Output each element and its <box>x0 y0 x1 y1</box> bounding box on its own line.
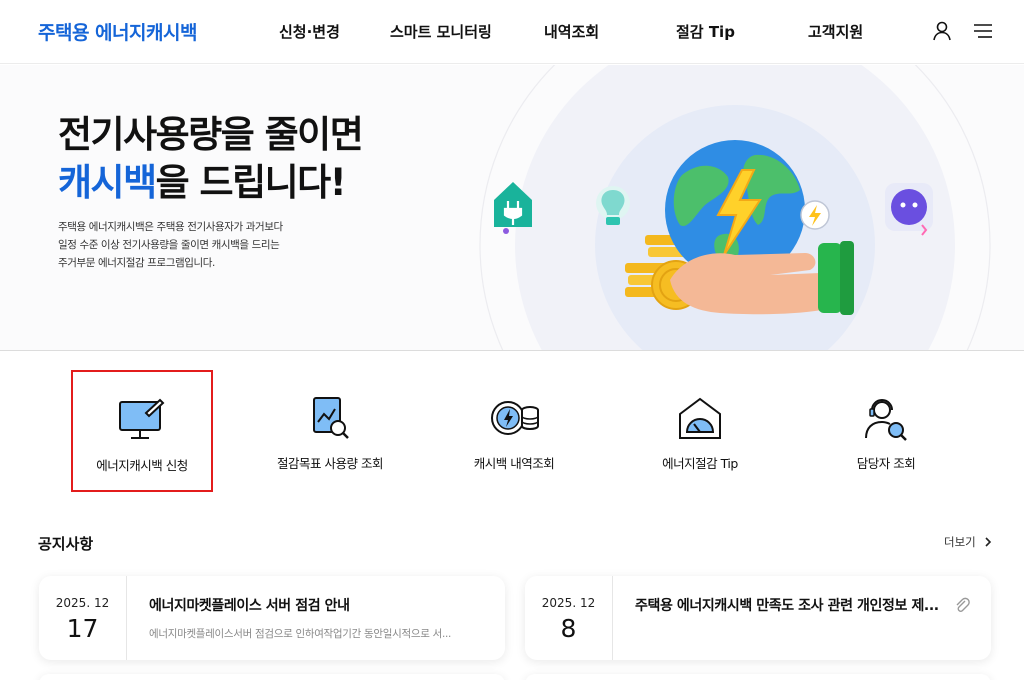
quick-saving-tip[interactable]: 에너지절감 Tip <box>629 370 771 492</box>
hero-desc-line: 일정 수준 이상 전기사용량을 줄이면 캐시백을 드리는 <box>58 239 280 251</box>
menu-icon[interactable] <box>972 20 994 42</box>
user-icon[interactable] <box>931 20 953 42</box>
quick-label: 에너지캐시백 신청 <box>96 458 188 473</box>
hero-title-highlight: 캐시백 <box>58 161 157 204</box>
hero-title: 전기사용량을 줄이면 캐시백을 드립니다! <box>58 111 364 207</box>
more-label: 더보기 <box>944 535 976 549</box>
paperclip-icon <box>956 597 970 612</box>
nav-apply-change[interactable]: 신청·변경 <box>279 21 340 42</box>
notice-date: 2025. 12 8 <box>525 576 613 660</box>
hero-title-line2: 캐시백을 드립니다! <box>58 159 362 207</box>
quick-agent-lookup[interactable]: 담당자 조회 <box>815 370 957 492</box>
site-header: 주택용 에너지캐시백 신청·변경 스마트 모니터링 내역조회 절감 Tip 고객… <box>0 0 1024 64</box>
notice-more-link[interactable]: 더보기 <box>944 534 992 550</box>
nav-smart-monitoring[interactable]: 스마트 모니터링 <box>390 21 492 42</box>
notice-day: 17 <box>66 614 99 643</box>
monitor-pen-icon <box>119 398 165 439</box>
nav-history[interactable]: 내역조회 <box>544 21 599 42</box>
hero-description: 주택용 에너지캐시백은 주택용 전기사용자가 과거보다 일정 수준 이상 전기사… <box>58 218 283 272</box>
notice-card[interactable]: 2025. 12 17 에너지마켓플레이스 서버 점검 안내 에너지마켓플레이스… <box>39 576 505 660</box>
quick-label: 담당자 조회 <box>856 456 916 471</box>
hero-desc-line: 주거부문 에너지절감 프로그램입니다. <box>58 257 215 269</box>
notice-card-partial <box>39 674 505 680</box>
nav-support[interactable]: 고객지원 <box>808 21 863 42</box>
report-search-icon <box>313 397 349 439</box>
quick-target-usage[interactable]: 절감목표 사용량 조회 <box>259 370 401 492</box>
notice-summary: 에너지마켓플레이스서버 점검으로 인하여작업기간 동안일시적으로 서... <box>149 628 452 640</box>
outlet-icon <box>885 183 933 236</box>
nav-saving-tip[interactable]: 절감 Tip <box>676 21 735 42</box>
notice-day: 8 <box>560 614 577 643</box>
coin-stack-icon <box>491 401 539 435</box>
notice-section-title: 공지사항 <box>38 535 94 553</box>
site-logo[interactable]: 주택용 에너지캐시백 <box>38 18 197 45</box>
quick-label: 캐시백 내역조회 <box>473 456 555 471</box>
chevron-right-icon <box>985 537 992 547</box>
quick-label: 에너지절감 Tip <box>662 456 738 471</box>
notice-year-month: 2025. 12 <box>55 596 110 610</box>
gauge-house-icon <box>679 397 721 439</box>
quick-label: 절감목표 사용량 조회 <box>277 456 383 471</box>
hero-title-rest: 을 드립니다! <box>155 161 347 204</box>
quick-cashback-apply[interactable]: 에너지캐시백 신청 <box>71 370 213 492</box>
hero-illustration <box>479 65 991 350</box>
hero-desc-line: 주택용 에너지캐시백은 주택용 전기사용자가 과거보다 <box>58 221 283 233</box>
notice-card-partial <box>525 674 991 680</box>
notice-card[interactable]: 2025. 12 8 주택용 에너지캐시백 만족도 조사 관련 개인정보 제..… <box>525 576 991 660</box>
notice-year-month: 2025. 12 <box>541 596 596 610</box>
agent-search-icon <box>865 399 907 441</box>
notice-title: 에너지마켓플레이스 서버 점검 안내 <box>149 598 350 614</box>
hero-banner: 전기사용량을 줄이면 캐시백을 드립니다! 주택용 에너지캐시백은 주택용 전기… <box>0 65 1024 351</box>
notice-title: 주택용 에너지캐시백 만족도 조사 관련 개인정보 제... <box>635 598 939 614</box>
quick-cashback-history[interactable]: 캐시백 내역조회 <box>443 370 585 492</box>
bolt-coin-icon <box>800 200 830 230</box>
notice-date: 2025. 12 17 <box>39 576 127 660</box>
hero-title-line1: 전기사용량을 줄이면 <box>58 113 364 156</box>
